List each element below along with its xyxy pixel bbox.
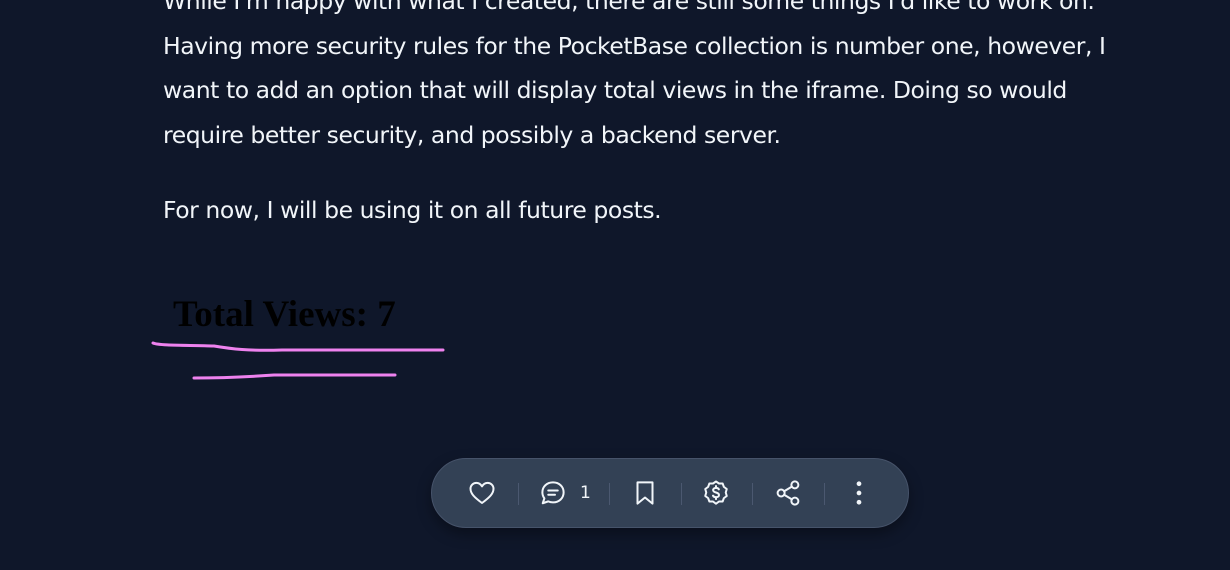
comment-count: 1 [580,483,591,503]
bookmark-icon [630,478,660,508]
underline-annotation [151,341,445,380]
like-button[interactable] [467,459,497,527]
paragraph-line: want to add an option that will display … [163,76,1067,104]
more-vertical-icon [844,478,874,508]
toolbar-divider [518,483,519,505]
toolbar-divider [824,483,825,505]
paragraph-line: Having more security rules for the Pocke… [163,31,1106,60]
more-options-button[interactable] [844,459,874,527]
views-iframe: Total Views: 7 [151,280,452,390]
paragraph: While I'm happy with what I created, the… [163,0,1163,157]
paragraph-line: require better security, and possibly a … [163,120,781,149]
toolbar-divider [609,483,610,505]
comment-icon [538,478,568,508]
toolbar-divider [681,483,682,505]
bookmark-button[interactable] [630,459,660,527]
paragraph: For now, I will be using it on all futur… [163,188,1163,233]
post-action-toolbar: 1 [431,458,909,528]
comments-button[interactable]: 1 [538,459,591,527]
article-body: While I'm happy with what I created, the… [163,0,1163,233]
share-button[interactable] [773,459,803,527]
heart-icon [467,478,497,508]
paragraph-line: For now, I will be using it on all futur… [163,196,662,224]
dollar-coin-icon [701,478,731,508]
toolbar-divider [752,483,753,505]
paragraph-line: While I'm happy with what I created, the… [163,0,1095,15]
tip-button[interactable] [701,459,731,527]
share-icon [773,478,803,508]
